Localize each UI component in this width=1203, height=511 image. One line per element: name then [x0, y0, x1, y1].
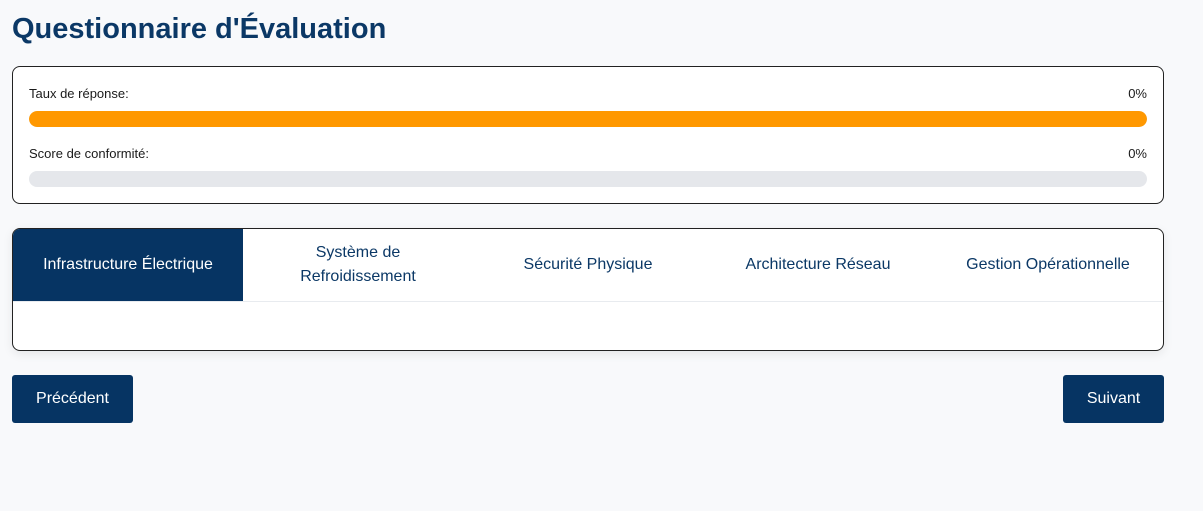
response-rate-bar-fill	[29, 111, 1147, 127]
next-button[interactable]: Suivant	[1063, 375, 1164, 423]
tab-securite-physique[interactable]: Sécurité Physique	[473, 229, 703, 301]
tab-architecture-reseau[interactable]: Architecture Réseau	[703, 229, 933, 301]
tab-gestion-operationnelle[interactable]: Gestion Opérationnelle	[933, 229, 1163, 301]
compliance-score-bar	[29, 171, 1147, 187]
assessment-page: Questionnaire d'Évaluation Taux de répon…	[0, 0, 1203, 511]
response-rate-label: Taux de réponse:	[29, 86, 129, 101]
progress-card: Taux de réponse: 0% Score de conformité:…	[12, 66, 1164, 204]
tab-content-panel	[13, 302, 1163, 350]
compliance-score-value: 0%	[1128, 146, 1147, 161]
section-tab-bar: Infrastructure Électrique Système de Ref…	[13, 229, 1163, 302]
tab-infrastructure-electrique[interactable]: Infrastructure Électrique	[13, 229, 243, 301]
section-tabs-card: Infrastructure Électrique Système de Ref…	[12, 228, 1164, 351]
page-title: Questionnaire d'Évaluation	[12, 13, 387, 45]
previous-button[interactable]: Précédent	[12, 375, 133, 423]
tab-systeme-refroidissement[interactable]: Système de Refroidissement	[243, 229, 473, 301]
response-rate-bar	[29, 111, 1147, 127]
response-rate-value: 0%	[1128, 86, 1147, 101]
response-rate-row: Taux de réponse: 0%	[29, 86, 1147, 102]
compliance-score-label: Score de conformité:	[29, 146, 149, 161]
compliance-score-row: Score de conformité: 0%	[29, 146, 1147, 162]
